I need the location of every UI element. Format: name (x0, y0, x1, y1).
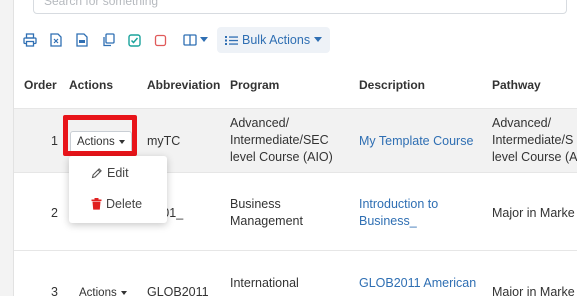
search-box[interactable] (33, 0, 567, 14)
columns-icon (183, 34, 197, 46)
header-description[interactable]: Description (359, 78, 425, 92)
print-icon (23, 33, 37, 47)
description-link[interactable]: My Template Course (359, 133, 473, 150)
row-actions-button[interactable]: Actions (70, 131, 132, 153)
description-line: Introduction to (359, 197, 439, 211)
pathway-line: level Course (AI (492, 150, 577, 164)
print-button[interactable] (18, 28, 42, 52)
excel-icon (50, 33, 62, 47)
list-icon (225, 35, 238, 45)
header-abbreviation[interactable]: Abbreviation (147, 78, 220, 92)
order-cell: 2 (51, 206, 58, 220)
pdf-icon (76, 33, 88, 47)
header-program[interactable]: Program (230, 78, 279, 92)
row-actions-label: Actions (77, 136, 115, 148)
table-header: Order Actions Abbreviation Program Descr… (14, 66, 577, 106)
search-input[interactable] (34, 0, 566, 13)
header-order[interactable]: Order (24, 78, 57, 92)
header-actions: Actions (69, 78, 114, 92)
chevron-down-icon (200, 37, 208, 42)
abbreviation-cell: myTC (147, 134, 181, 148)
square-icon (154, 34, 166, 46)
caret-down-icon (120, 291, 127, 295)
copy-icon (102, 33, 115, 47)
export-excel-button[interactable] (44, 28, 68, 52)
program-line: level Course (AIO) (230, 150, 333, 164)
description-link[interactable]: Introduction to Business_ (359, 196, 438, 230)
description-link[interactable]: GLOB2011 American (359, 275, 476, 292)
pathway-cell: Major in Marke (492, 206, 575, 220)
description-line: Business_ (359, 214, 417, 228)
row-actions-label: Actions (79, 287, 117, 296)
program-line: Business (230, 197, 281, 211)
chevron-down-icon (314, 37, 323, 42)
left-rail (0, 0, 14, 296)
edit-menu-item[interactable]: Edit (69, 160, 167, 186)
copy-button[interactable] (96, 28, 120, 52)
delete-menu-item[interactable]: Delete (69, 191, 167, 217)
columns-button[interactable] (180, 28, 211, 52)
table-row[interactable]: 3 Actions GLOB2011 International GLOB201… (14, 250, 577, 296)
table-toolbar: Bulk Actions (18, 27, 331, 53)
deselect-all-button[interactable] (148, 28, 172, 52)
program-line: Management (230, 214, 303, 228)
program-line: Intermediate/SEC (230, 133, 329, 147)
row-actions-button[interactable]: Actions (70, 282, 134, 296)
pathway-line: Advanced/ (492, 116, 552, 130)
pathway-cell: Major in Marke (492, 285, 575, 296)
header-pathway[interactable]: Pathway (492, 78, 541, 92)
edit-label: Edit (107, 166, 129, 180)
row-actions-dropdown: Edit Delete (69, 156, 167, 223)
program-line: International (230, 276, 299, 290)
abbreviation-cell: GLOB2011 (147, 285, 209, 296)
order-cell: 1 (51, 134, 58, 148)
bulk-actions-label: Bulk Actions (242, 33, 311, 47)
delete-label: Delete (106, 197, 143, 211)
pencil-icon (91, 168, 102, 179)
export-pdf-button[interactable] (70, 28, 94, 52)
program-line: Advanced/ (230, 116, 290, 130)
bulk-actions-button[interactable]: Bulk Actions (217, 27, 331, 53)
pathway-line: Intermediate/S (492, 133, 574, 147)
check-icon (127, 33, 141, 47)
trash-icon (91, 198, 102, 210)
select-all-button[interactable] (122, 28, 146, 52)
caret-down-icon (118, 140, 125, 144)
order-cell: 3 (51, 285, 58, 296)
